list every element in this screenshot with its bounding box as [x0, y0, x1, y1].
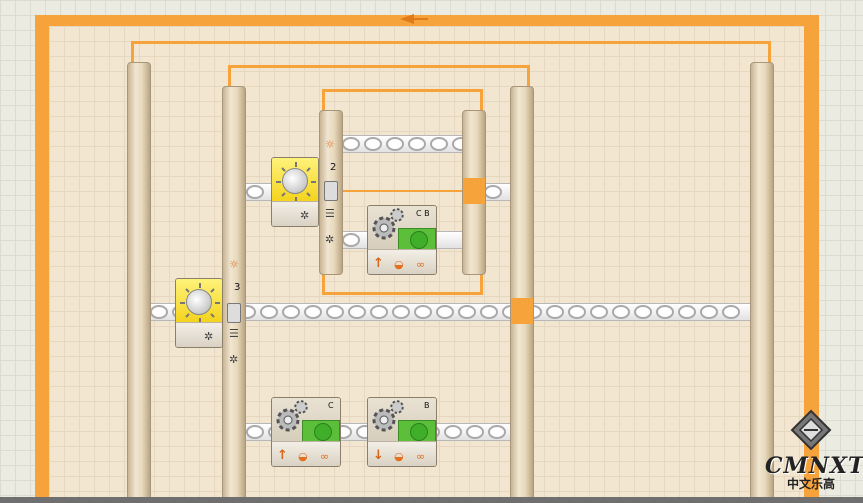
gear-small-icon	[390, 400, 404, 414]
wire-inner-right	[480, 89, 483, 111]
wire-outer-top	[131, 41, 771, 44]
motor-block-cb[interactable]: C B ↑ ◒ ∞	[367, 205, 437, 275]
arrow-up-icon: ↑	[373, 256, 384, 271]
wire-mid-right	[527, 65, 530, 87]
sequence-beam-inner-right	[484, 183, 512, 201]
switch-outer-beam-left[interactable]	[222, 86, 246, 503]
loop-frame-left[interactable]	[35, 15, 49, 503]
wire-inner-bottom	[322, 292, 483, 295]
logo-brand-text: CMNXT	[765, 453, 863, 479]
wire-data-inner	[342, 190, 464, 192]
switch-inner-true-icon: ☼	[325, 138, 335, 151]
motor-block-c[interactable]: C ↑ ◒ ∞	[271, 397, 341, 467]
sun-rays-icon	[180, 283, 220, 323]
gear-small-icon	[390, 208, 404, 222]
power-icon: ◒	[394, 258, 404, 271]
switch-inner-list-icon: ☰	[325, 207, 335, 220]
gear-small-icon	[294, 400, 308, 414]
loop-beam-left[interactable]	[127, 62, 151, 503]
switch-outer-marker	[511, 298, 533, 324]
power-icon: ◒	[394, 450, 404, 463]
switch-outer-true-icon: ☼	[229, 258, 239, 271]
motor-on-icon	[314, 423, 332, 441]
wire-outer-left	[131, 41, 134, 63]
wire-inner-bottom-left	[322, 273, 325, 295]
switch-outer-list-icon: ☰	[229, 327, 239, 340]
sensor-settings-icon: ✲	[300, 209, 310, 222]
wire-outer-right	[768, 41, 771, 63]
duration-infinite-icon: ∞	[416, 450, 426, 463]
arrow-down-icon: ↓	[373, 448, 384, 463]
motor-block-b[interactable]: B ↓ ◒ ∞	[367, 397, 437, 467]
motor-ports-label: C	[328, 401, 334, 410]
switch-inner-plug-icon	[324, 181, 338, 201]
lego-brick-logo-icon	[790, 409, 832, 451]
loop-direction-arrow-icon	[400, 14, 428, 24]
switch-outer-plug-icon	[227, 303, 241, 323]
wire-inner-bottom-right	[480, 273, 483, 295]
sequence-beam-inner-mid	[246, 183, 274, 201]
motor-ports-label: C B	[416, 209, 430, 218]
logo-subtitle-text: 中文乐高	[786, 477, 835, 491]
duration-infinite-icon: ∞	[416, 258, 426, 271]
switch-outer-port-label: 3	[234, 282, 241, 293]
light-sensor-block-outer[interactable]: ✲	[175, 278, 223, 348]
motor-on-icon	[410, 423, 428, 441]
power-icon: ◒	[298, 450, 308, 463]
cmnxt-logo: CMNXT 中文乐高	[765, 409, 863, 491]
sensor-settings-icon: ✲	[204, 330, 214, 343]
duration-infinite-icon: ∞	[320, 450, 330, 463]
motor-ports-label: B	[424, 401, 430, 410]
switch-outer-false-icon: ✲	[229, 353, 239, 366]
arrow-up-icon: ↑	[277, 448, 288, 463]
switch-inner-false-icon: ✲	[325, 233, 335, 246]
sun-rays-icon	[276, 162, 316, 202]
wire-inner-left	[322, 89, 325, 111]
wire-inner-top	[322, 89, 483, 92]
motor-on-icon	[410, 231, 428, 249]
horizontal-scrollbar[interactable]	[0, 497, 863, 503]
switch-outer-beam-right[interactable]	[510, 86, 534, 503]
light-sensor-block-inner[interactable]: ✲	[271, 157, 319, 227]
sequence-beam-inner-top	[342, 135, 464, 153]
wire-mid-top	[228, 65, 530, 68]
switch-inner-marker	[463, 178, 485, 204]
switch-inner-port-label: 2	[330, 162, 337, 173]
wire-mid-left	[228, 65, 231, 87]
program-canvas[interactable]: ☼ 2 ✲ ☰ ☼ 3 ✲ ☰ ✲ ✲ C B ↑ ◒ ∞ C ↑ ◒ ∞ B …	[0, 0, 863, 503]
